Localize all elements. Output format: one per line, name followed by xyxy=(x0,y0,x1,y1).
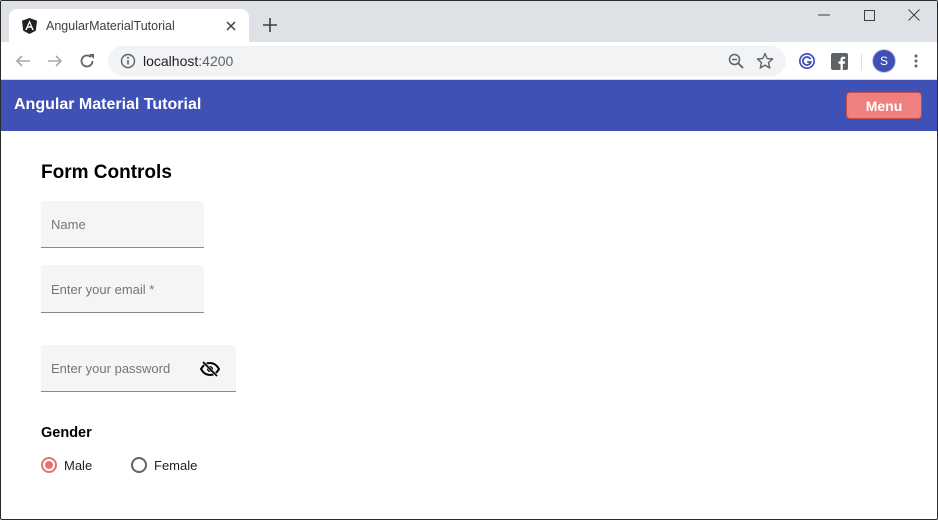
radio-female[interactable]: Female xyxy=(131,457,197,473)
menu-button[interactable]: Menu xyxy=(846,92,922,119)
url-text: localhost:4200 xyxy=(143,53,233,69)
facebook-icon[interactable] xyxy=(830,52,848,70)
maximize-icon[interactable] xyxy=(858,7,880,23)
name-field[interactable]: Name xyxy=(41,201,204,248)
close-tab-icon[interactable] xyxy=(223,18,239,34)
browser-tab[interactable]: AngularMaterialTutorial xyxy=(9,9,249,42)
browser-window: AngularMaterialTutorial localhost:4200 S… xyxy=(0,0,938,520)
radio-female-indicator[interactable] xyxy=(131,457,147,473)
star-icon[interactable] xyxy=(756,52,774,70)
gender-label: Gender xyxy=(41,425,92,441)
zoom-out-icon[interactable] xyxy=(728,53,744,69)
google-icon[interactable] xyxy=(798,52,816,70)
toolbar-divider xyxy=(861,54,862,70)
password-field-label: Enter your password xyxy=(51,361,171,376)
forward-icon[interactable] xyxy=(45,51,65,71)
info-icon[interactable] xyxy=(120,53,136,69)
url-host: localhost xyxy=(143,53,199,69)
minimize-icon[interactable] xyxy=(813,7,835,23)
reload-icon[interactable] xyxy=(77,51,97,71)
plus-icon[interactable] xyxy=(261,16,279,34)
app-toolbar: Angular Material Tutorial Menu xyxy=(1,80,937,131)
browser-toolbar: localhost:4200 S xyxy=(1,42,937,80)
profile-avatar[interactable]: S xyxy=(873,50,895,72)
angular-icon xyxy=(21,17,37,34)
back-icon[interactable] xyxy=(13,51,33,71)
tab-strip: AngularMaterialTutorial xyxy=(1,1,937,42)
page-title: Form Controls xyxy=(41,162,172,183)
app-title: Angular Material Tutorial xyxy=(14,96,202,113)
radio-female-label: Female xyxy=(154,457,198,473)
email-field[interactable]: Enter your email * xyxy=(41,265,204,313)
close-icon[interactable] xyxy=(903,7,925,23)
password-field[interactable]: Enter your password xyxy=(41,345,236,392)
radio-male-indicator[interactable] xyxy=(41,457,57,473)
email-field-label: Enter your email * xyxy=(51,282,155,297)
visibility-off-icon[interactable] xyxy=(199,360,221,378)
radio-male[interactable]: Male xyxy=(41,457,92,473)
more-vert-icon[interactable] xyxy=(907,52,925,70)
tab-title: AngularMaterialTutorial xyxy=(46,18,175,33)
address-bar[interactable]: localhost:4200 xyxy=(108,46,786,76)
radio-male-label: Male xyxy=(64,457,93,473)
url-port: :4200 xyxy=(198,53,234,69)
name-field-label: Name xyxy=(51,217,86,232)
